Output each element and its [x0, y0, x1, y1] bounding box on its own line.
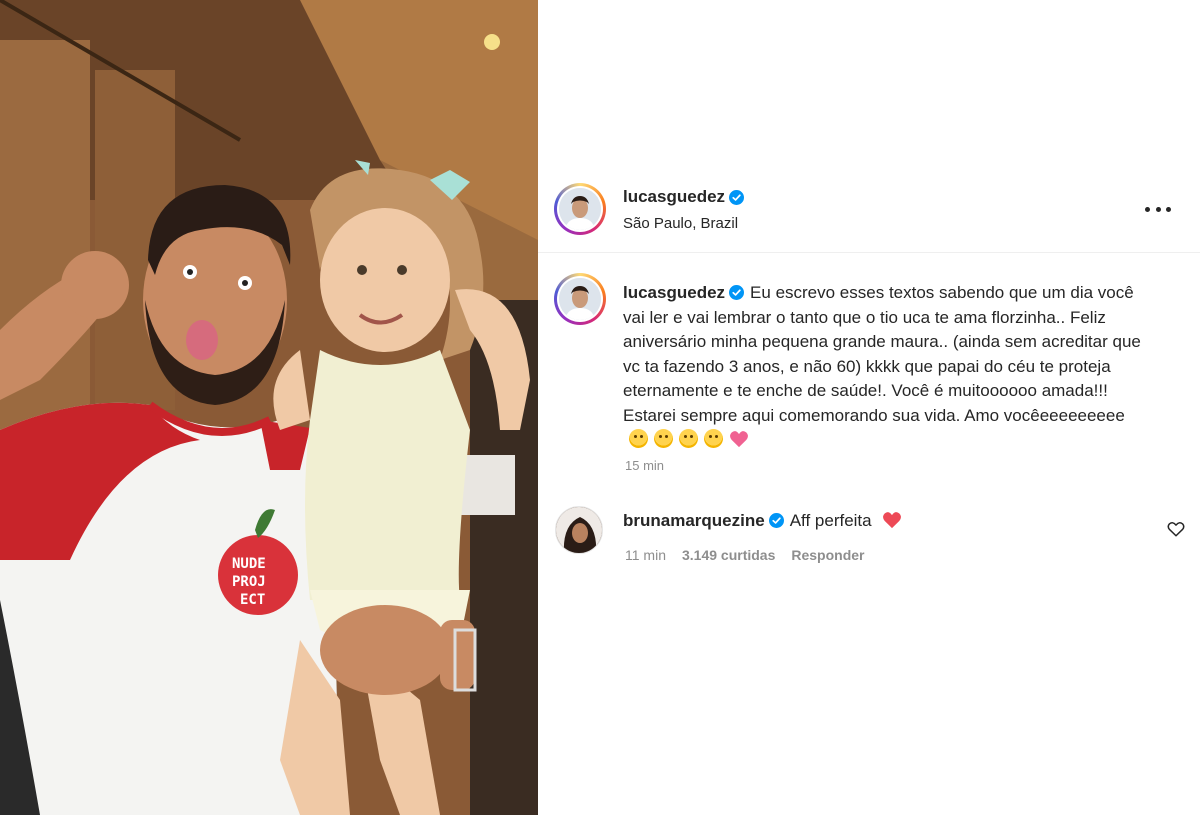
- more-horizontal-icon: [1145, 206, 1171, 212]
- post-panel: lucasguedez São Paulo, Brazil lucasguede…: [538, 0, 1200, 815]
- heart-outline-icon: [1167, 522, 1185, 537]
- comment-row: brunamarquezine Aff perfeita: [623, 511, 902, 531]
- pleading-face-emoji-icon: [629, 429, 648, 448]
- verified-badge-icon: [729, 285, 745, 300]
- comment-likes[interactable]: 3.149 curtidas: [682, 547, 775, 563]
- commenter-username[interactable]: brunamarquezine: [623, 511, 765, 530]
- verified-badge-icon: [768, 513, 784, 528]
- caption-avatar[interactable]: [554, 273, 606, 325]
- author-header: lucasguedez: [623, 187, 745, 207]
- more-options-button[interactable]: [1145, 199, 1171, 219]
- post-location[interactable]: São Paulo, Brazil: [623, 215, 738, 232]
- caption-text: Eu escrevo esses textos sabendo que um d…: [623, 283, 1141, 425]
- caption-emojis: [629, 429, 749, 449]
- caption-username[interactable]: lucasguedez: [623, 283, 725, 302]
- comment-meta: 11 min 3.149 curtidas Responder: [625, 547, 865, 563]
- svg-text:ECT: ECT: [240, 592, 265, 608]
- comment-timestamp: 11 min: [625, 547, 666, 563]
- sparkling-heart-emoji-icon: [730, 431, 748, 448]
- red-heart-emoji-icon: [883, 512, 902, 529]
- author-username[interactable]: lucasguedez: [623, 187, 725, 207]
- commenter-avatar-icon: [556, 507, 602, 553]
- pleading-face-emoji-icon: [679, 429, 698, 448]
- comment-like-button[interactable]: [1167, 520, 1185, 538]
- profile-avatar-icon: [559, 278, 601, 320]
- author-avatar[interactable]: [554, 183, 606, 235]
- svg-text:NUDE: NUDE: [232, 556, 266, 572]
- photo-illustration: NUDE PROJ ECT: [0, 0, 538, 815]
- verified-badge-icon: [729, 189, 745, 205]
- svg-text:PROJ: PROJ: [232, 574, 266, 590]
- post-photo: NUDE PROJ ECT: [0, 0, 538, 815]
- header-divider: [538, 252, 1200, 253]
- reply-button[interactable]: Responder: [791, 547, 864, 563]
- caption-timestamp: 15 min: [625, 458, 665, 473]
- pleading-face-emoji-icon: [654, 429, 673, 448]
- profile-avatar-icon: [559, 188, 601, 230]
- post-caption: lucasguedez Eu escrevo esses textos sabe…: [623, 281, 1143, 453]
- comment-text: Aff perfeita: [789, 511, 872, 530]
- commenter-avatar[interactable]: [555, 506, 603, 554]
- pleading-face-emoji-icon: [704, 429, 723, 448]
